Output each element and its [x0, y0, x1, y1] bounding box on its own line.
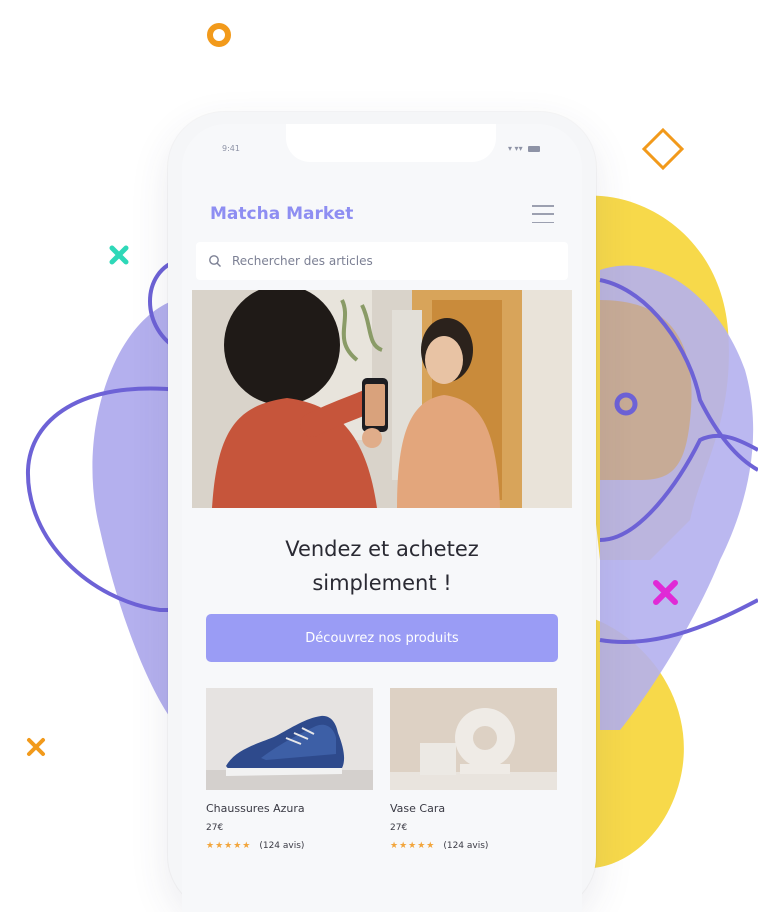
- hamburger-icon[interactable]: [532, 205, 554, 223]
- product-price: 27€: [206, 823, 224, 833]
- battery-icon: [527, 145, 540, 152]
- signal-icon: ▾ ▾▾: [508, 144, 523, 153]
- star-rating-icon: ★★★★★: [206, 841, 252, 851]
- orange-ring: [207, 23, 231, 47]
- status-time: 9:41: [222, 144, 240, 153]
- discover-products-button[interactable]: Découvrez nos produits: [206, 614, 558, 662]
- phone-frame: 9:41 ▾ ▾▾ Matcha Market Rechercher des a…: [168, 112, 596, 912]
- status-icons: ▾ ▾▾: [508, 144, 540, 153]
- product-rating: ★★★★★ (124 avis): [390, 841, 558, 851]
- purple-blob-left: [92, 300, 175, 720]
- hero-image: [192, 290, 572, 508]
- product-image-sneaker: [206, 688, 374, 790]
- orange-cross: [27, 738, 45, 756]
- phone-screen: 9:41 ▾ ▾▾ Matcha Market Rechercher des a…: [182, 124, 582, 912]
- product-name: Vase Cara: [390, 802, 446, 815]
- star-rating-icon: ★★★★★: [390, 841, 436, 851]
- phone-notch: [286, 124, 496, 162]
- headline-line-1: Vendez et achetez: [285, 537, 479, 561]
- product-image-vase: [390, 688, 558, 790]
- product-card[interactable]: Chaussures Azura 27€ ★★★★★ (124 avis): [206, 688, 374, 851]
- product-name: Chaussures Azura: [206, 802, 305, 815]
- review-count: (124 avis): [443, 841, 489, 851]
- search-icon: [209, 255, 221, 267]
- product-rating: ★★★★★ (124 avis): [206, 841, 374, 851]
- review-count: (124 avis): [259, 841, 305, 851]
- product-list: Chaussures Azura 27€ ★★★★★ (124 avis) Va…: [206, 688, 558, 851]
- headline-line-2: simplement !: [312, 571, 452, 595]
- app-header: Matcha Market: [210, 194, 554, 234]
- product-card[interactable]: Vase Cara 27€ ★★★★★ (124 avis): [390, 688, 558, 851]
- orange-diamond: [641, 127, 685, 171]
- hero-headline: Vendez et achetez simplement !: [192, 532, 572, 600]
- teal-cross: [109, 245, 129, 265]
- brand-logo[interactable]: Matcha Market: [210, 204, 353, 224]
- product-price: 27€: [390, 823, 408, 833]
- search-bar[interactable]: [196, 242, 568, 280]
- search-input[interactable]: [230, 253, 556, 269]
